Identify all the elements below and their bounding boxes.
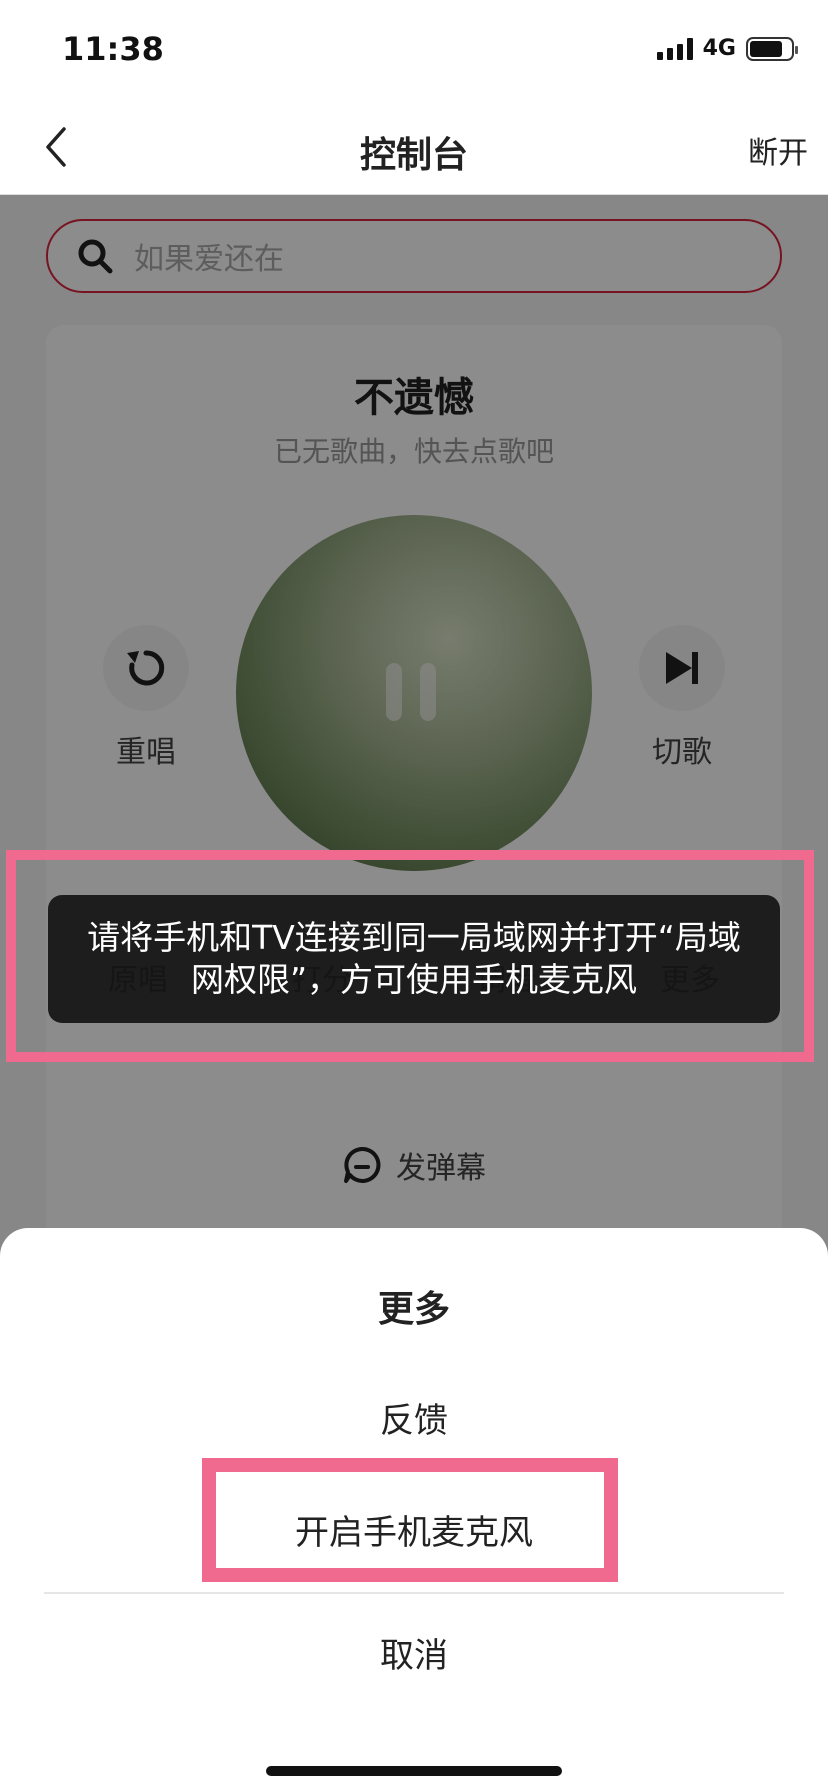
cancel-button[interactable]: 取消 — [0, 1628, 828, 1677]
feedback-option[interactable]: 反馈 — [0, 1393, 828, 1442]
status-time: 11:38 — [62, 30, 164, 68]
divider — [44, 1592, 784, 1594]
highlight-box-toast — [6, 850, 814, 1062]
disconnect-button[interactable]: 断开 — [748, 128, 808, 172]
home-indicator — [266, 1766, 562, 1776]
status-indicators: 4G — [656, 36, 798, 61]
network-type: 4G — [702, 36, 736, 61]
highlight-box-mic-option — [202, 1458, 618, 1582]
signal-icon — [656, 37, 693, 60]
status-bar: 11:38 4G — [0, 0, 828, 100]
sheet-title: 更多 — [377, 1289, 450, 1330]
page-title: 控制台 — [359, 135, 468, 176]
nav-bar: 控制台 断开 — [0, 100, 828, 195]
battery-icon — [746, 36, 798, 61]
